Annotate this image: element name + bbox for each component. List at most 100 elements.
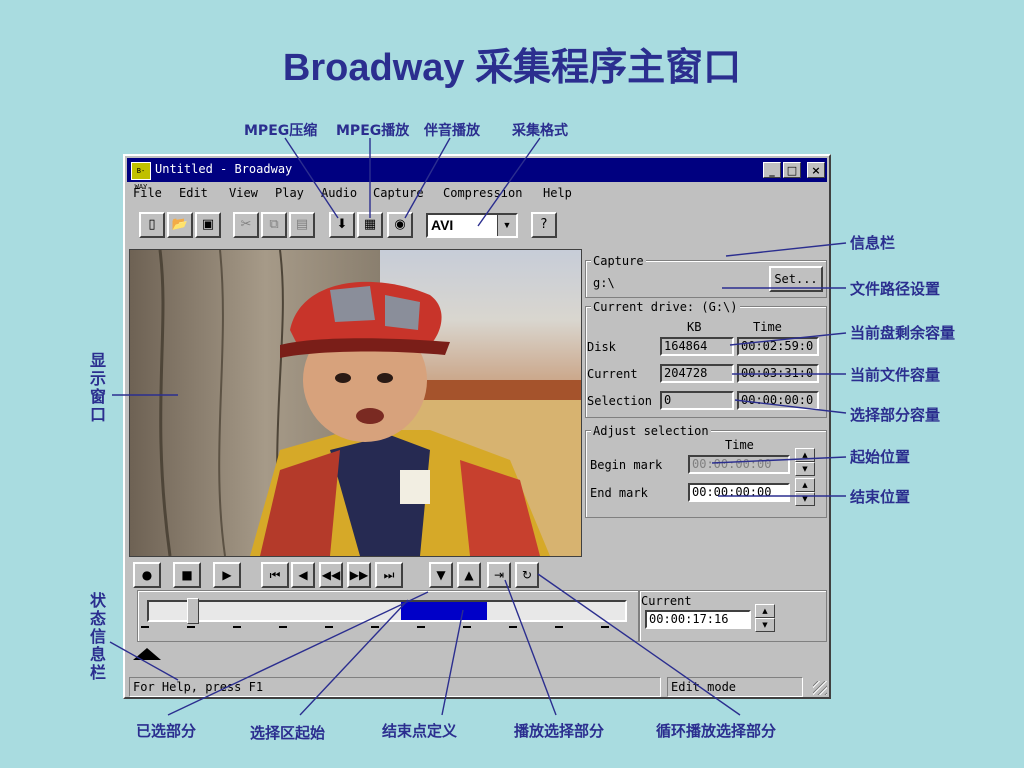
play-icon[interactable]: ▶ [213,562,241,588]
status-help-text: For Help, press F1 [129,677,661,697]
current-kb-field: 204728 [660,364,734,383]
rewind-icon[interactable]: ◀◀ [319,562,343,588]
status-bar: For Help, press F1 Edit mode [129,677,825,697]
disk-time-field: 00:02:59:0 [737,337,819,356]
set-begin-mark-icon[interactable]: ▼ [429,562,453,588]
audio-play-icon[interactable]: ◉ [387,212,413,238]
open-folder-icon[interactable]: 📂 [167,212,193,238]
current-position-stepper[interactable]: ▲ ▼ [755,604,775,632]
fast-forward-icon[interactable]: ▶▶ [347,562,371,588]
menu-view[interactable]: View [229,186,258,200]
adjust-selection-label: Adjust selection [591,424,711,438]
adjust-time-header: Time [725,438,754,452]
broadway-window: B-WAY Untitled - Broadway _ □ × File Edi… [123,154,831,699]
adjust-selection-group [585,430,827,518]
callout-file-size: 当前文件容量 [850,366,941,384]
selection-time-field: 00:00:00:0 [737,391,819,410]
cut-icon[interactable]: ✂ [233,212,259,238]
end-mark-stepper[interactable]: ▲ ▼ [795,478,815,506]
menu-file[interactable]: File [133,186,162,200]
go-to-end-icon[interactable]: ⏭ [375,562,403,588]
begin-mark-field[interactable]: 00:00:00:00 [688,455,790,474]
broadway-app-icon: B-WAY [131,162,151,191]
callout-audio-play: 伴音播放 [424,123,480,139]
callout-play-selection: 播放选择部分 [514,722,605,740]
save-icon[interactable]: ▣ [195,212,221,238]
stepper-up-icon[interactable]: ▲ [795,448,815,462]
set-path-button[interactable]: Set... [769,266,823,292]
mpeg-play-icon[interactable]: ▦ [357,212,383,238]
capture-format-select[interactable]: AVI ▼ [426,213,518,238]
stepper-down-icon[interactable]: ▼ [795,492,815,506]
callout-mpeg-play: MPEG播放 [336,123,410,139]
begin-mark-label: Begin mark [590,458,663,472]
menu-play[interactable]: Play [275,186,304,200]
stepper-up-icon[interactable]: ▲ [795,478,815,492]
mpeg-compress-icon[interactable]: ⬇ [329,212,355,238]
close-button[interactable]: × [807,162,825,178]
video-frame-image [130,250,581,556]
current-position-field[interactable]: 00:00:17:16 [645,610,751,629]
current-label: Current [587,367,638,381]
menu-audio[interactable]: Audio [321,186,357,200]
menu-compression[interactable]: Compression [443,186,522,200]
menu-help[interactable]: Help [543,186,572,200]
stop-icon[interactable]: ■ [173,562,201,588]
callout-end-position: 结束位置 [850,488,911,506]
chevron-down-icon[interactable]: ▼ [497,215,516,236]
slide-title: Broadway 采集程序主窗口 [282,47,742,89]
begin-mark-stepper[interactable]: ▲ ▼ [795,448,815,476]
step-back-icon[interactable]: ◀ [291,562,315,588]
go-to-start-icon[interactable]: ⏮ [261,562,289,588]
timeline-thumb[interactable] [187,598,200,624]
callout-selection-start: 选择区起始 [250,724,326,742]
record-icon[interactable]: ● [133,562,161,588]
title-bar[interactable]: B-WAY Untitled - Broadway _ □ × [127,158,827,191]
loop-selection-icon[interactable]: ↻ [515,562,539,588]
menu-edit[interactable]: Edit [179,186,208,200]
context-help-icon[interactable]: ? [531,212,557,238]
capture-format-value: AVI [431,217,454,233]
set-end-mark-icon[interactable]: ▲ [457,562,481,588]
selection-label: Selection [587,394,653,408]
stepper-down-icon[interactable]: ▼ [755,618,775,632]
callout-status-info: 状态信息栏 [87,592,106,682]
callout-mpeg-compress: MPEG压缩 [244,123,318,139]
copy-icon[interactable]: ⧉ [261,212,287,238]
new-file-icon[interactable]: ▯ [139,212,165,238]
time-column-header: Time [753,320,782,334]
play-selection-icon[interactable]: ⇥ [487,562,511,588]
position-marker-icon [133,648,161,660]
minimize-button[interactable]: _ [763,162,781,178]
kb-column-header: KB [687,320,702,334]
status-mode: Edit mode [667,677,803,697]
current-drive-label: Current drive: (G:\) [591,300,740,314]
callout-loop-selection: 循环播放选择部分 [656,722,777,740]
menu-capture[interactable]: Capture [373,186,424,200]
capture-group-label: Capture [591,254,646,268]
callout-capture-format: 采集格式 [512,123,568,139]
paste-icon[interactable]: ▤ [289,212,315,238]
disk-kb-field: 164864 [660,337,734,356]
end-mark-field[interactable]: 00:00:00:00 [688,483,790,502]
selection-kb-field: 0 [660,391,734,410]
callout-display-window: 显示窗口 [87,352,106,424]
timeline-track[interactable] [147,598,627,624]
callout-end-point: 结束点定义 [382,722,458,740]
maximize-button[interactable]: □ [783,162,801,178]
stepper-down-icon[interactable]: ▼ [795,462,815,476]
callout-selection-size: 选择部分容量 [850,406,941,424]
current-time-field: 00:03:31:0 [737,364,819,383]
callout-begin-position: 起始位置 [850,448,911,466]
capture-path: g:\ [593,276,615,290]
resize-grip[interactable] [813,681,827,695]
callout-disk-remaining: 当前盘剩余容量 [850,324,956,342]
stepper-up-icon[interactable]: ▲ [755,604,775,618]
callout-info-bar: 信息栏 [850,234,896,252]
window-title: Untitled - Broadway [155,162,293,176]
callout-selected-part: 已选部分 [136,722,197,740]
current-position-label: Current [641,594,692,608]
disk-label: Disk [587,340,616,354]
timeline-selection [401,602,487,620]
video-display [129,249,582,557]
